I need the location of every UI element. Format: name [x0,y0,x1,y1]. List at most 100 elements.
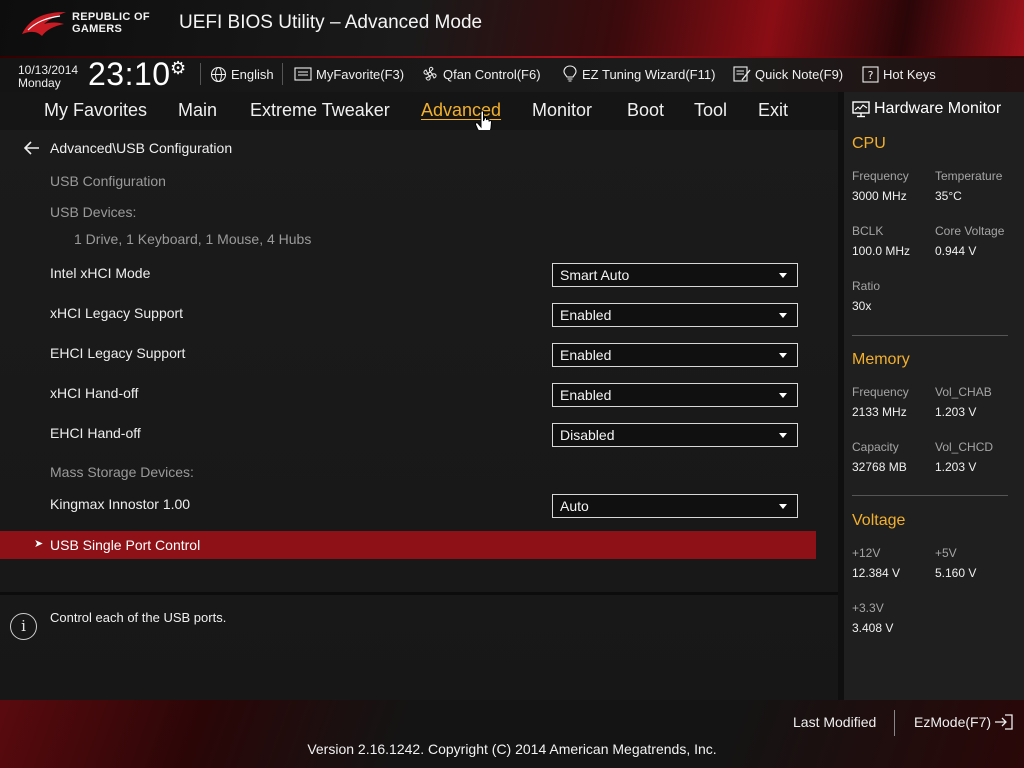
ehci-legacy-support-dropdown[interactable]: Enabled [552,343,798,367]
capacity-value: 32768 MB [852,460,907,474]
note-icon [733,66,751,82]
setting-label-intel-xhci-mode: Intel xHCI Mode [50,265,151,281]
xhci-hand-off-dropdown[interactable]: Enabled [552,383,798,407]
xhci-legacy-support-dropdown[interactable]: Enabled [552,303,798,327]
v5-value: 5.160 V [935,566,977,580]
vol-chcd-label: Vol_CHCD [935,440,994,454]
myfavorite-label: MyFavorite(F3) [316,66,405,82]
tab-extreme-tweaker[interactable]: Extreme Tweaker [250,100,390,121]
setting-label-ehci-hand-off: EHCI Hand-off [50,425,141,441]
day-text: Monday [18,76,61,90]
ez-mode-button[interactable]: EzMode(F7) [914,714,1013,730]
intel-xhci-mode-dropdown[interactable]: Smart Auto [552,263,798,287]
help-key-icon: ? [862,65,879,83]
breadcrumb-path: Advanced\USB Configuration [50,140,233,156]
back-arrow-icon[interactable] [24,141,40,155]
bclk-label: BCLK [852,224,884,238]
dropdown-value: Enabled [560,307,612,323]
setting-label-xhci-hand-off: xHCI Hand-off [50,385,139,401]
chevron-down-icon [779,353,787,358]
chevron-down-icon [779,393,787,398]
core-voltage-label: Core Voltage [935,224,1005,238]
status-bar: 10/13/2014 Monday 23:10 ⚙ English MyFavo… [0,56,1024,93]
gear-icon[interactable]: ⚙ [170,58,186,79]
help-description: Control each of the USB ports. [50,610,227,625]
hot-keys-label: Hot Keys [883,66,936,82]
ratio-value: 30x [852,299,872,313]
hardware-monitor-panel: Hardware Monitor CPU Frequency 3000 MHz … [838,92,1024,700]
rog-brand-text: REPUBLIC OF GAMERS [72,11,150,35]
memory-frequency-value: 2133 MHz [852,405,907,419]
memory-heading: Memory [852,351,910,368]
tab-boot[interactable]: Boot [627,100,664,121]
divider [0,592,838,595]
tab-monitor[interactable]: Monitor [532,100,592,121]
mass-storage-device-dropdown[interactable]: Auto [552,494,798,518]
usb-single-port-control-submenu[interactable]: ➤ USB Single Port Control [0,531,816,559]
tab-exit[interactable]: Exit [758,100,788,121]
mass-storage-device-label: Kingmax Innostor 1.00 [50,496,191,512]
core-voltage-value: 0.944 V [935,244,977,258]
qfan-control-button[interactable]: Qfan Control(F6) [421,64,541,84]
clock-time[interactable]: 23:10 [88,56,171,93]
exit-arrow-icon [995,714,1013,730]
voltage-heading: Voltage [852,512,906,529]
ratio-label: Ratio [852,279,881,293]
ez-tuning-label: EZ Tuning Wizard(F11) [582,66,716,82]
divider [852,335,1008,336]
cpu-temperature-value: 35°C [935,189,962,203]
mass-storage-label: Mass Storage Devices: [50,464,194,480]
favorite-list-icon [294,67,312,81]
setting-label-ehci-legacy-support: EHCI Legacy Support [50,345,186,361]
breadcrumb: Advanced\USB Configuration [24,140,232,156]
usb-devices-value: 1 Drive, 1 Keyboard, 1 Mouse, 4 Hubs [74,231,312,247]
qfan-label: Qfan Control(F6) [443,66,541,82]
vol-chab-value: 1.203 V [935,405,977,419]
date-display: 10/13/2014 Monday [18,64,78,90]
app-title: UEFI BIOS Utility – Advanced Mode [179,12,483,33]
chevron-down-icon [779,313,787,318]
tab-my-favorites[interactable]: My Favorites [44,100,147,121]
dropdown-value: Enabled [560,387,612,403]
monitor-icon [852,100,870,117]
tab-main[interactable]: Main [178,100,217,121]
memory-frequency-label: Frequency [852,385,909,399]
cpu-heading: CPU [852,135,886,152]
chevron-down-icon [779,273,787,278]
v5-label: +5V [935,546,957,560]
cpu-temperature-label: Temperature [935,169,1003,183]
divider [200,63,201,85]
cpu-frequency-label: Frequency [852,169,909,183]
v12-value: 12.384 V [852,566,901,580]
dropdown-value: Auto [560,498,589,514]
capacity-label: Capacity [852,440,899,454]
hardware-monitor-title: Hardware Monitor [852,100,1001,118]
ehci-hand-off-dropdown[interactable]: Disabled [552,423,798,447]
rog-logo [22,12,66,36]
usb-devices-label: USB Devices: [50,204,137,220]
ez-tuning-wizard-button[interactable]: EZ Tuning Wizard(F11) [562,64,715,84]
main-panel: Advanced\USB Configuration USB Configura… [0,130,838,700]
divider [852,495,1008,496]
chevron-right-icon: ➤ [34,537,44,550]
footer-bar: Last Modified EzMode(F7) Version 2.16.12… [0,700,1024,768]
section-title: USB Configuration [50,173,166,189]
dropdown-value: Disabled [560,427,615,443]
divider [894,710,895,736]
v33-label: +3.3V [852,601,884,615]
lightbulb-icon [563,65,577,82]
tab-tool[interactable]: Tool [694,100,727,121]
hot-keys-button[interactable]: ? Hot Keys [862,64,936,84]
last-modified-button[interactable]: Last Modified [793,714,876,730]
chevron-down-icon [779,504,787,509]
bclk-value: 100.0 MHz [852,244,911,258]
language-button[interactable]: English [210,64,274,84]
vol-chcd-value: 1.203 V [935,460,977,474]
info-icon: i [10,613,37,640]
quick-note-button[interactable]: Quick Note(F9) [733,64,843,84]
ez-mode-label: EzMode(F7) [914,714,992,730]
cpu-frequency-value: 3000 MHz [852,189,907,203]
monitor-title-text: Hardware Monitor [874,100,1002,117]
dropdown-value: Enabled [560,347,612,363]
myfavorite-button[interactable]: MyFavorite(F3) [294,64,404,84]
